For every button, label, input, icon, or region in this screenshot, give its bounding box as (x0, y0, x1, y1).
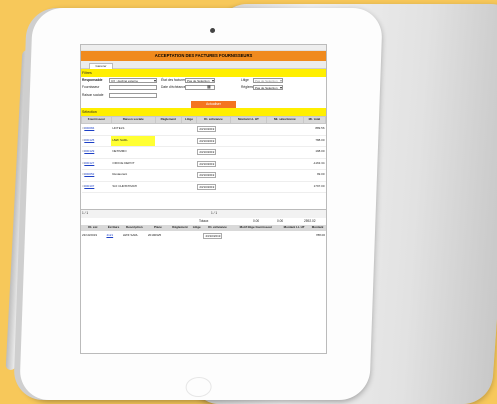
reglement-select[interactable]: Pas de Sélection (253, 85, 283, 90)
raison-cell: NETIMMO (111, 146, 156, 159)
total-cell: 1797.00 (303, 181, 326, 193)
app-screen: ACCEPTATION DES FACTURES FOURNISSEURS Gé… (80, 44, 327, 354)
pager-bar: 1 / 1 1 / 1 (81, 209, 326, 218)
raison-cell: OFFICE DEPOT (111, 158, 156, 170)
camera-icon (209, 28, 216, 33)
due-date-field[interactable]: 23/10/2019 (197, 149, 217, 156)
col-reglement: Règlement (154, 116, 183, 124)
piece-cell: 20190925 (147, 232, 162, 237)
table-row[interactable]: □000125 HWF SARL 23/10/2019 788.00 (81, 135, 326, 147)
filters-form: Responsable CX : decliné externe État de… (81, 77, 326, 108)
total-cell: 99.00 (303, 169, 326, 182)
total-value-3: 2592.02 (304, 219, 316, 223)
tab-generer[interactable]: Générer (89, 63, 113, 69)
col-fournisseur: Fournisseur (81, 116, 112, 124)
responsable-select[interactable]: CX : decliné externe (109, 78, 157, 83)
col-montant-ht: Montant LL HT (230, 116, 267, 124)
litige-label: Litige (241, 78, 249, 82)
col-echeance: Dt. échéance (195, 116, 232, 124)
pager-left: 1 / 1 (82, 211, 89, 215)
supplier-code-link[interactable]: 000127 (84, 161, 94, 165)
raison-cell: HOTELS (111, 123, 156, 136)
totals-row: Totaux 0.00 0.00 2592.02 (81, 218, 326, 225)
total-cell: 198.00 (303, 146, 326, 159)
supplier-code-link[interactable]: 000107 (84, 184, 94, 188)
pager-center: 1 / 1 (211, 211, 218, 215)
due-date-field[interactable]: 23/10/2019 (197, 160, 217, 167)
due-date-field[interactable]: 23/10/2019 (203, 232, 223, 239)
fournisseur-label: Fournisseur (82, 85, 100, 89)
supplier-code-link[interactable]: 000084 (84, 126, 94, 131)
raison-cell: SCI CHRISTIMATI (111, 181, 156, 193)
supplier-code-link[interactable]: 000129 (84, 149, 94, 154)
total-value-2: 0.00 (277, 219, 284, 223)
tab-bar: Générer (81, 61, 326, 69)
selection-section-header: Sélection (81, 108, 326, 116)
total-cell: -1163.34 (303, 158, 326, 170)
col-mt-total: Mt. total (302, 116, 326, 124)
totals-label: Totaux (199, 219, 209, 223)
fournisseur-input[interactable] (109, 85, 157, 90)
table-row[interactable]: □000107 SCI CHRISTIMATI 23/10/2019 1797.… (81, 181, 326, 193)
filters-section-header: Filtres (81, 69, 326, 77)
due-date-field[interactable]: 23/10/2019 (197, 126, 217, 133)
etat-factures-select[interactable]: Pas de Sélection (185, 78, 215, 83)
raison-sociale-input[interactable] (109, 93, 157, 98)
raison-sociale-label: Raison sociale (82, 93, 104, 97)
actualiser-button[interactable]: Actualiser (191, 101, 236, 108)
total-cell: 889.56 (303, 123, 326, 136)
supplier-code-link[interactable]: 000052 (84, 172, 94, 177)
description-cell: HWF SARL (122, 232, 139, 237)
detail-table: Dt. écr. Écriture Description Pièce Règl… (81, 225, 326, 240)
total-value-1: 0.00 (253, 219, 260, 223)
detail-row[interactable]: 23/10/2019 4121 HWF SARL 20190925 23/10/… (81, 231, 326, 240)
litige-select[interactable]: Pas de Sélection (253, 78, 283, 83)
ecriture-link[interactable]: 4121 (106, 233, 113, 237)
date-echeance-label: Date d'échéance (161, 85, 186, 89)
table-row[interactable]: □000127 OFFICE DEPOT 23/10/2019 -1163.34 (81, 158, 326, 170)
dt-ecr-cell: 23/10/2019 (82, 232, 98, 237)
due-date-field[interactable]: 23/10/2019 (197, 137, 217, 144)
total-cell: 788.00 (303, 135, 326, 147)
due-date-field[interactable]: 23/10/2019 (197, 183, 217, 190)
montant-cell: 788.00 (315, 232, 325, 237)
page-title: ACCEPTATION DES FACTURES FOURNISSEURS (81, 51, 326, 61)
home-button[interactable] (185, 377, 212, 397)
supplier-code-link[interactable]: 000125 (84, 138, 94, 142)
calendar-icon[interactable]: ▦ (207, 84, 211, 90)
col-mt-selectionne: Mt. sélectionné (265, 116, 304, 124)
col-raison: Raison sociale (110, 116, 156, 124)
table-row[interactable]: □000084 HOTELS 23/10/2019 889.56 (81, 123, 326, 136)
etat-factures-label: État des factures (161, 78, 186, 82)
due-date-field[interactable]: 23/10/2019 (197, 172, 217, 179)
raison-cell: HWF SARL (111, 135, 156, 147)
invoice-table: Fournisseur Raison sociale Règlement Lit… (81, 116, 326, 193)
table-row[interactable]: □000052 Restaurant 23/10/2019 99.00 (81, 169, 326, 182)
raison-cell: Restaurant (111, 169, 156, 182)
table-row[interactable]: □000129 NETIMMO 23/10/2019 198.00 (81, 146, 326, 159)
col-litige: Litige (181, 116, 197, 124)
responsable-label: Responsable (82, 78, 103, 82)
